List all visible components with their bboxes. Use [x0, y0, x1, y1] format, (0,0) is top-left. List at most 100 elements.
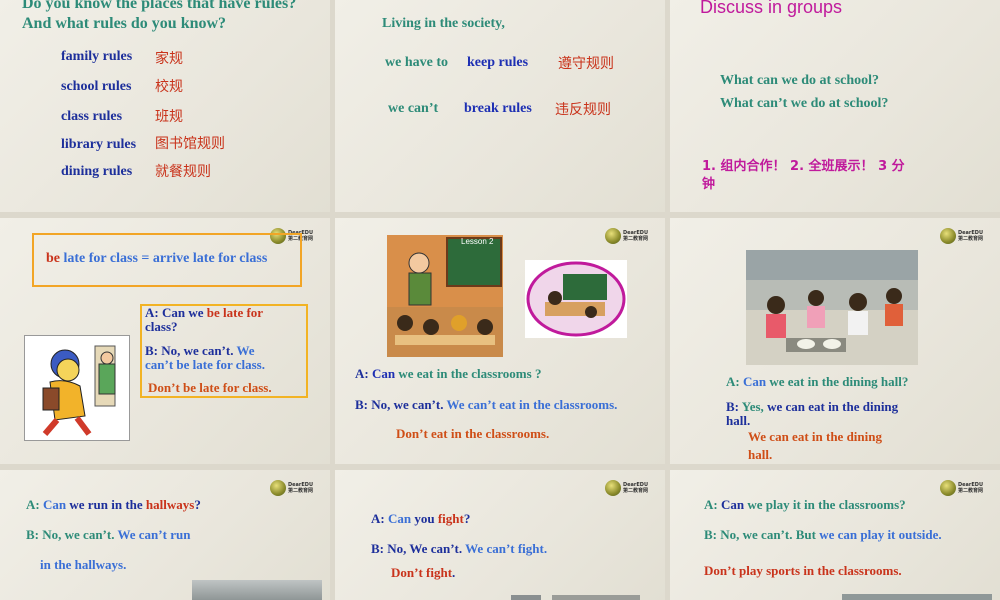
sports-photo — [842, 594, 992, 600]
rule-class: class rules — [61, 109, 123, 124]
dining-b-line2: hall. — [726, 413, 751, 428]
dont-fight-text: Don’t fight — [391, 565, 453, 580]
play-a-can: Can — [720, 497, 745, 512]
dearedu-logo: DearEDU 第二教育网 — [940, 228, 988, 244]
society-intro: Living in the society, — [382, 16, 505, 31]
dont-eat-classrooms: Don’t eat in the classrooms. — [396, 426, 550, 441]
have-to-text: we have to — [385, 55, 448, 70]
fight-photo-1 — [511, 595, 541, 600]
eat-a-rest: we eat in the classrooms ? — [395, 366, 542, 381]
slide-run-hallways[interactable]: DearEDU 第二教育网 A: Can we run in the hallwa… — [0, 470, 330, 600]
no-eating-cartoon-image — [525, 260, 627, 338]
dont-fight-period: . — [452, 565, 456, 580]
play-b-pre: B: No, we can’t. But — [704, 527, 820, 542]
eat-a-can: Can — [371, 366, 396, 381]
slide-eat-classrooms[interactable]: DearEDU 第二教育网 Lesson 2 A: Can we eat in t… — [335, 218, 665, 464]
play-dialog-a: A: Can we play it in the classrooms? — [704, 497, 906, 513]
fight-a-can: Can — [387, 511, 412, 526]
keep-rules-text: keep rules — [467, 55, 529, 70]
rule-library: library rules — [61, 137, 137, 152]
task-instructions: 1. 组内合作！ 2. 全班展示！ 3 分 — [702, 159, 905, 174]
slide-dining-hall[interactable]: DearEDU 第二教育网 A: Can we eat in the dining… — [670, 218, 1000, 464]
fight-b-blue: We can’t fight. — [465, 541, 548, 556]
dialog-b-line2: can’t be late for class. — [145, 357, 265, 372]
classroom-cartoon-image: Lesson 2 — [387, 235, 503, 357]
run-a-mid: we run in the — [66, 497, 146, 512]
slide-play-classrooms[interactable]: DearEDU 第二教育网 A: Can we play it in the cl… — [670, 470, 1000, 600]
dining-b-yes: Yes, — [741, 399, 764, 414]
dont-be-late: Don’t be late for class. — [148, 380, 272, 395]
board-lesson-text: Lesson 2 — [461, 237, 494, 246]
fight-dialog-a: A: Can you fight? — [371, 511, 470, 527]
dining-hall-photo — [746, 250, 918, 365]
dining-b-rest: we can eat in the dining — [763, 399, 899, 414]
run-dialog-b: B: No, we can’t. We can’t run — [26, 527, 190, 543]
run-a-can: Can — [42, 497, 67, 512]
dining-a-can: Can — [742, 374, 767, 389]
definition-rest: late for class = arrive late for class — [60, 251, 268, 266]
play-b-blue: we can play it outside. — [819, 527, 942, 542]
question-line-2: And what rules do you know? — [22, 15, 227, 32]
run-b-blue: We can’t run — [117, 527, 191, 542]
rule-school: school rules — [61, 79, 132, 94]
dining-dialog-b: B: Yes, we can eat in the dining — [726, 399, 898, 415]
question-line-1: Do you know the places that have rules? — [22, 0, 297, 12]
eat-dialog-b: B: No, we can’t. We can’t eat in the cla… — [355, 397, 617, 413]
play-a-pre: A: — [704, 497, 721, 512]
we-can-eat-dining: We can eat in the dining — [748, 429, 882, 444]
dont-fight: Don’t fight. — [391, 565, 455, 581]
fight-dialog-b: B: No, We can’t. We can’t fight. — [371, 541, 547, 557]
fight-photo-2 — [552, 595, 640, 600]
dearedu-logo: DearEDU 第二教育网 — [270, 480, 318, 496]
discuss-q1: What can we do at school? — [720, 73, 880, 88]
dining-a-pre: A: — [726, 374, 743, 389]
slide-places-rules[interactable]: Do you know the places that have rules? … — [0, 0, 330, 212]
hallway-photo — [192, 580, 322, 600]
fight-a-pre: A: — [371, 511, 388, 526]
we-can-eat-dining-2: hall. — [748, 447, 773, 462]
dearedu-logo: DearEDU 第二教育网 — [940, 480, 988, 496]
dont-play-sports: Don’t play sports in the classrooms. — [704, 563, 902, 578]
slide-discuss-groups[interactable]: Discuss in groups What can we do at scho… — [670, 0, 1000, 212]
rule-dining-zh: 就餐规则 — [155, 164, 211, 180]
fight-a-mid: you — [411, 511, 438, 526]
run-a-red: hallways — [145, 497, 195, 512]
dialog-b-blue: We — [236, 343, 255, 358]
rule-family: family rules — [61, 49, 133, 64]
dialog-b-pre: B: No, we can’t. — [145, 343, 237, 358]
slide-fight[interactable]: DearEDU 第二教育网 A: Can you fight? B: No, We… — [335, 470, 665, 600]
fight-b-pre: B: No, We can’t. — [371, 541, 466, 556]
dining-b-pre: B: — [726, 399, 742, 414]
fight-a-red: fight — [437, 511, 464, 526]
rule-dining: dining rules — [61, 164, 133, 179]
rule-library-zh: 图书馆规则 — [155, 136, 225, 152]
rule-family-zh: 家规 — [155, 51, 183, 67]
dialog-a-pre: A: Can we — [145, 305, 207, 320]
rule-class-zh: 班规 — [155, 109, 183, 125]
cartoon-late-boy-image — [24, 335, 130, 441]
slide-society-rules[interactable]: Living in the society, we have to keep r… — [335, 0, 665, 212]
eat-dialog-a: A: Can we eat in the classrooms ? — [355, 366, 541, 382]
run-b-line2: in the hallways. — [40, 557, 127, 572]
discuss-q2: What can’t we do at school? — [720, 96, 889, 111]
run-b-pre: B: No, we can’t. — [26, 527, 118, 542]
rule-school-zh: 校规 — [155, 79, 183, 95]
keep-rules-zh: 遵守规则 — [558, 56, 614, 72]
eat-a-pre: A: — [355, 366, 372, 381]
dining-a-rest: we eat in the dining hall? — [766, 374, 909, 389]
definition-be: be — [46, 251, 60, 266]
definition-text: be late for class = arrive late for clas… — [46, 251, 267, 267]
task-instructions-2: 钟 — [702, 177, 716, 192]
dearedu-logo: DearEDU 第二教育网 — [605, 228, 653, 244]
dialog-a-line2: class? — [145, 319, 178, 334]
discuss-title: Discuss in groups — [700, 0, 843, 17]
play-dialog-b: B: No, we can’t. But we can play it outs… — [704, 527, 942, 543]
run-a-q: ? — [194, 497, 201, 512]
fight-a-q: ? — [463, 511, 471, 526]
eat-b-blue: We can’t eat in the classrooms. — [446, 397, 618, 412]
break-rules-text: break rules — [464, 101, 532, 116]
slide-late-for-class[interactable]: DearEDU 第二教育网 be late for class = arrive … — [0, 218, 330, 464]
eat-b-pre: B: No, we can’t. — [355, 397, 447, 412]
dialog-a-red: be late for — [206, 305, 264, 320]
dining-dialog-a: A: Can we eat in the dining hall? — [726, 374, 908, 390]
